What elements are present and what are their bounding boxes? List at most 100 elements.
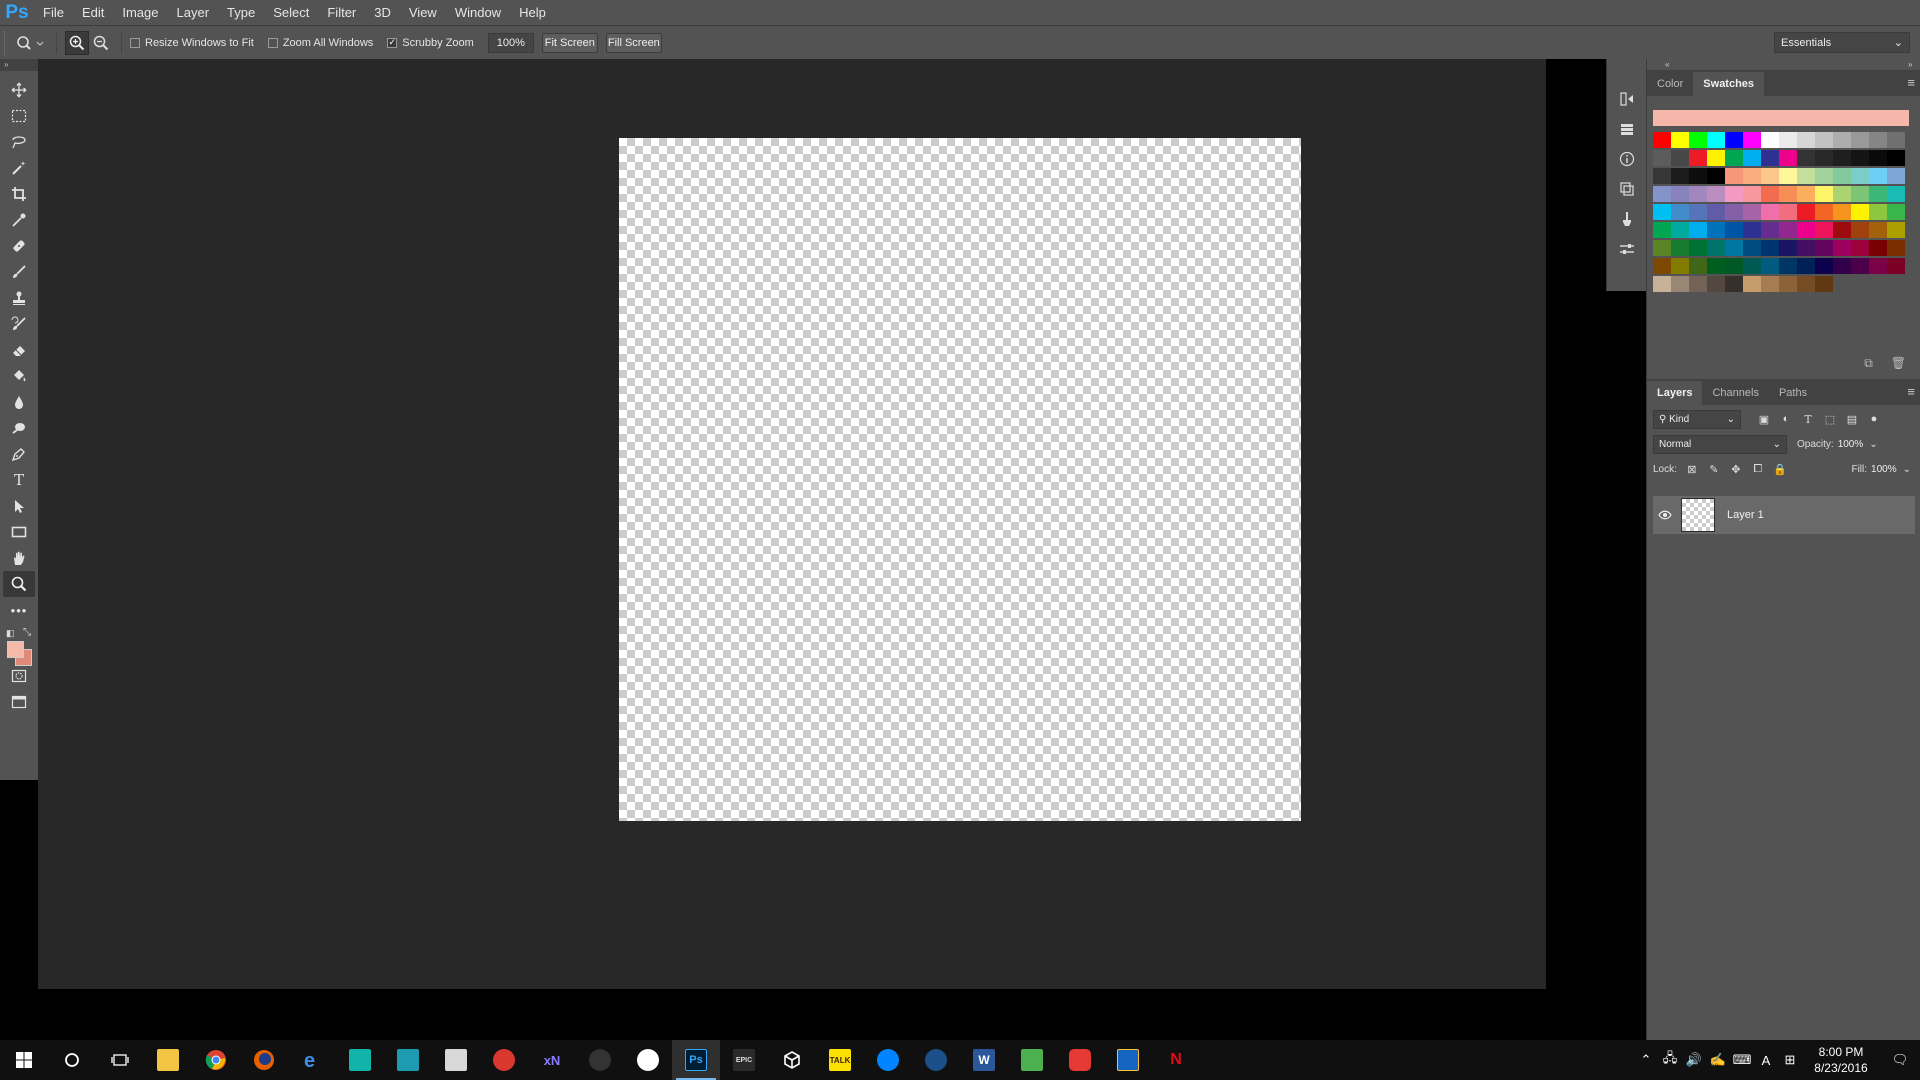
color-swatch[interactable] (1689, 240, 1707, 256)
color-swatch[interactable] (1725, 222, 1743, 238)
type-layer-filter-icon[interactable]: T (1797, 410, 1819, 429)
taskbar-photoshop[interactable]: Ps (672, 1040, 720, 1080)
color-swatch[interactable] (1887, 150, 1905, 166)
color-swatch[interactable] (1761, 168, 1779, 184)
color-swatch[interactable] (1833, 222, 1851, 238)
lock-transparency-icon[interactable]: ⊠ (1681, 460, 1703, 479)
menu-image[interactable]: Image (113, 0, 167, 25)
blend-mode-select[interactable]: Normal ⌄ (1653, 434, 1787, 454)
color-swatch[interactable] (1797, 222, 1815, 238)
color-swatch[interactable] (1781, 110, 1797, 126)
color-swatch[interactable] (1815, 258, 1833, 274)
color-swatch[interactable] (1671, 186, 1689, 202)
marquee-tool-icon[interactable] (3, 103, 35, 129)
keyboard-icon[interactable]: ⌨ (1730, 1040, 1754, 1080)
menu-3d[interactable]: 3D (365, 0, 400, 25)
taskbar-file-explorer[interactable] (144, 1040, 192, 1080)
color-swatch[interactable] (1671, 240, 1689, 256)
color-swatch[interactable] (1725, 150, 1743, 166)
color-swatch[interactable] (1707, 150, 1725, 166)
color-swatch[interactable] (1725, 168, 1743, 184)
color-swatch[interactable] (1761, 240, 1779, 256)
menu-filter[interactable]: Filter (318, 0, 365, 25)
path-selection-tool-icon[interactable] (3, 493, 35, 519)
color-swatch[interactable] (1869, 222, 1887, 238)
color-swatch[interactable] (1779, 150, 1797, 166)
color-swatch[interactable] (1689, 258, 1707, 274)
eraser-tool-icon[interactable] (3, 337, 35, 363)
color-swatch[interactable] (1689, 204, 1707, 220)
quick-mask-icon[interactable] (3, 663, 35, 689)
tab-layers[interactable]: Layers (1647, 381, 1703, 405)
search-button[interactable] (48, 1040, 96, 1080)
color-swatch[interactable] (1671, 168, 1689, 184)
color-swatch[interactable] (1685, 110, 1701, 126)
color-swatch[interactable] (1797, 204, 1815, 220)
color-swatch[interactable] (1761, 276, 1779, 292)
ime-indicator[interactable]: A (1754, 1040, 1778, 1080)
color-swatch[interactable] (1717, 110, 1733, 126)
zoom-level-field[interactable]: 100% (487, 32, 534, 53)
pen-icon[interactable]: ✍ (1706, 1040, 1730, 1080)
color-swatch[interactable] (1707, 276, 1725, 292)
color-swatch[interactable] (1833, 258, 1851, 274)
menu-select[interactable]: Select (264, 0, 318, 25)
color-swatch[interactable] (1815, 186, 1833, 202)
eyedropper-tool-icon[interactable] (3, 207, 35, 233)
color-swatch[interactable] (1851, 240, 1869, 256)
color-swatch[interactable] (1689, 132, 1707, 148)
zoom-in-button[interactable] (65, 30, 89, 55)
task-view-button[interactable] (96, 1040, 144, 1080)
color-swatch[interactable] (1671, 276, 1689, 292)
info-panel-icon[interactable] (1613, 145, 1641, 173)
filter-toggle-icon[interactable]: ● (1863, 410, 1885, 429)
menu-view[interactable]: View (400, 0, 446, 25)
color-swatch[interactable] (1833, 240, 1851, 256)
menu-edit[interactable]: Edit (73, 0, 113, 25)
color-swatch[interactable] (1671, 258, 1689, 274)
color-swatch[interactable] (1887, 258, 1905, 274)
visibility-eye-icon[interactable] (1653, 510, 1677, 520)
menu-type[interactable]: Type (218, 0, 264, 25)
clone-stamp-tool-icon[interactable] (3, 285, 35, 311)
collapse-dock-icon[interactable]: « (1665, 60, 1669, 71)
color-swatch[interactable] (1743, 276, 1761, 292)
transparent-canvas[interactable] (619, 138, 1301, 821)
layer-name[interactable]: Layer 1 (1727, 509, 1764, 521)
color-swatch[interactable] (1887, 168, 1905, 184)
zoom-out-button[interactable] (89, 31, 113, 55)
menu-file[interactable]: File (34, 0, 73, 25)
action-center-icon[interactable]: 🗨 (1880, 1040, 1920, 1080)
color-swatch[interactable] (1877, 110, 1893, 126)
taskbar-word[interactable]: W (960, 1040, 1008, 1080)
color-swatch[interactable] (1779, 258, 1797, 274)
menu-layer[interactable]: Layer (168, 0, 219, 25)
color-swatch[interactable] (1869, 168, 1887, 184)
tools-collapse-strip[interactable]: » (0, 59, 38, 71)
color-swatch[interactable] (1761, 150, 1779, 166)
color-swatch[interactable] (1797, 276, 1815, 292)
taskbar-app-6[interactable] (624, 1040, 672, 1080)
color-swatch[interactable] (1887, 240, 1905, 256)
crop-tool-icon[interactable] (3, 181, 35, 207)
resize-windows-checkbox[interactable]: Resize Windows to Fit (130, 37, 254, 49)
fill-value[interactable]: 100% (1871, 464, 1897, 475)
healing-brush-tool-icon[interactable] (3, 233, 35, 259)
color-swatch[interactable] (1851, 204, 1869, 220)
menu-help[interactable]: Help (510, 0, 555, 25)
opacity-value[interactable]: 100% (1838, 439, 1864, 450)
swap-colors-icon[interactable]: ⤡ (23, 627, 31, 638)
color-swatch[interactable] (1671, 150, 1689, 166)
pixel-layer-filter-icon[interactable]: ▣ (1753, 410, 1775, 429)
color-swatch[interactable] (1725, 132, 1743, 148)
brush-tool-icon[interactable] (3, 259, 35, 285)
history-panel-icon[interactable] (1613, 85, 1641, 113)
hand-tool-icon[interactable] (3, 545, 35, 571)
color-swatch[interactable] (1653, 222, 1671, 238)
color-swatch[interactable] (1851, 150, 1869, 166)
color-swatch[interactable] (1869, 150, 1887, 166)
color-swatch[interactable] (1725, 258, 1743, 274)
color-swatch[interactable] (1851, 132, 1869, 148)
color-swatch[interactable] (1779, 186, 1797, 202)
adjustments-panel-icon[interactable] (1613, 235, 1641, 263)
